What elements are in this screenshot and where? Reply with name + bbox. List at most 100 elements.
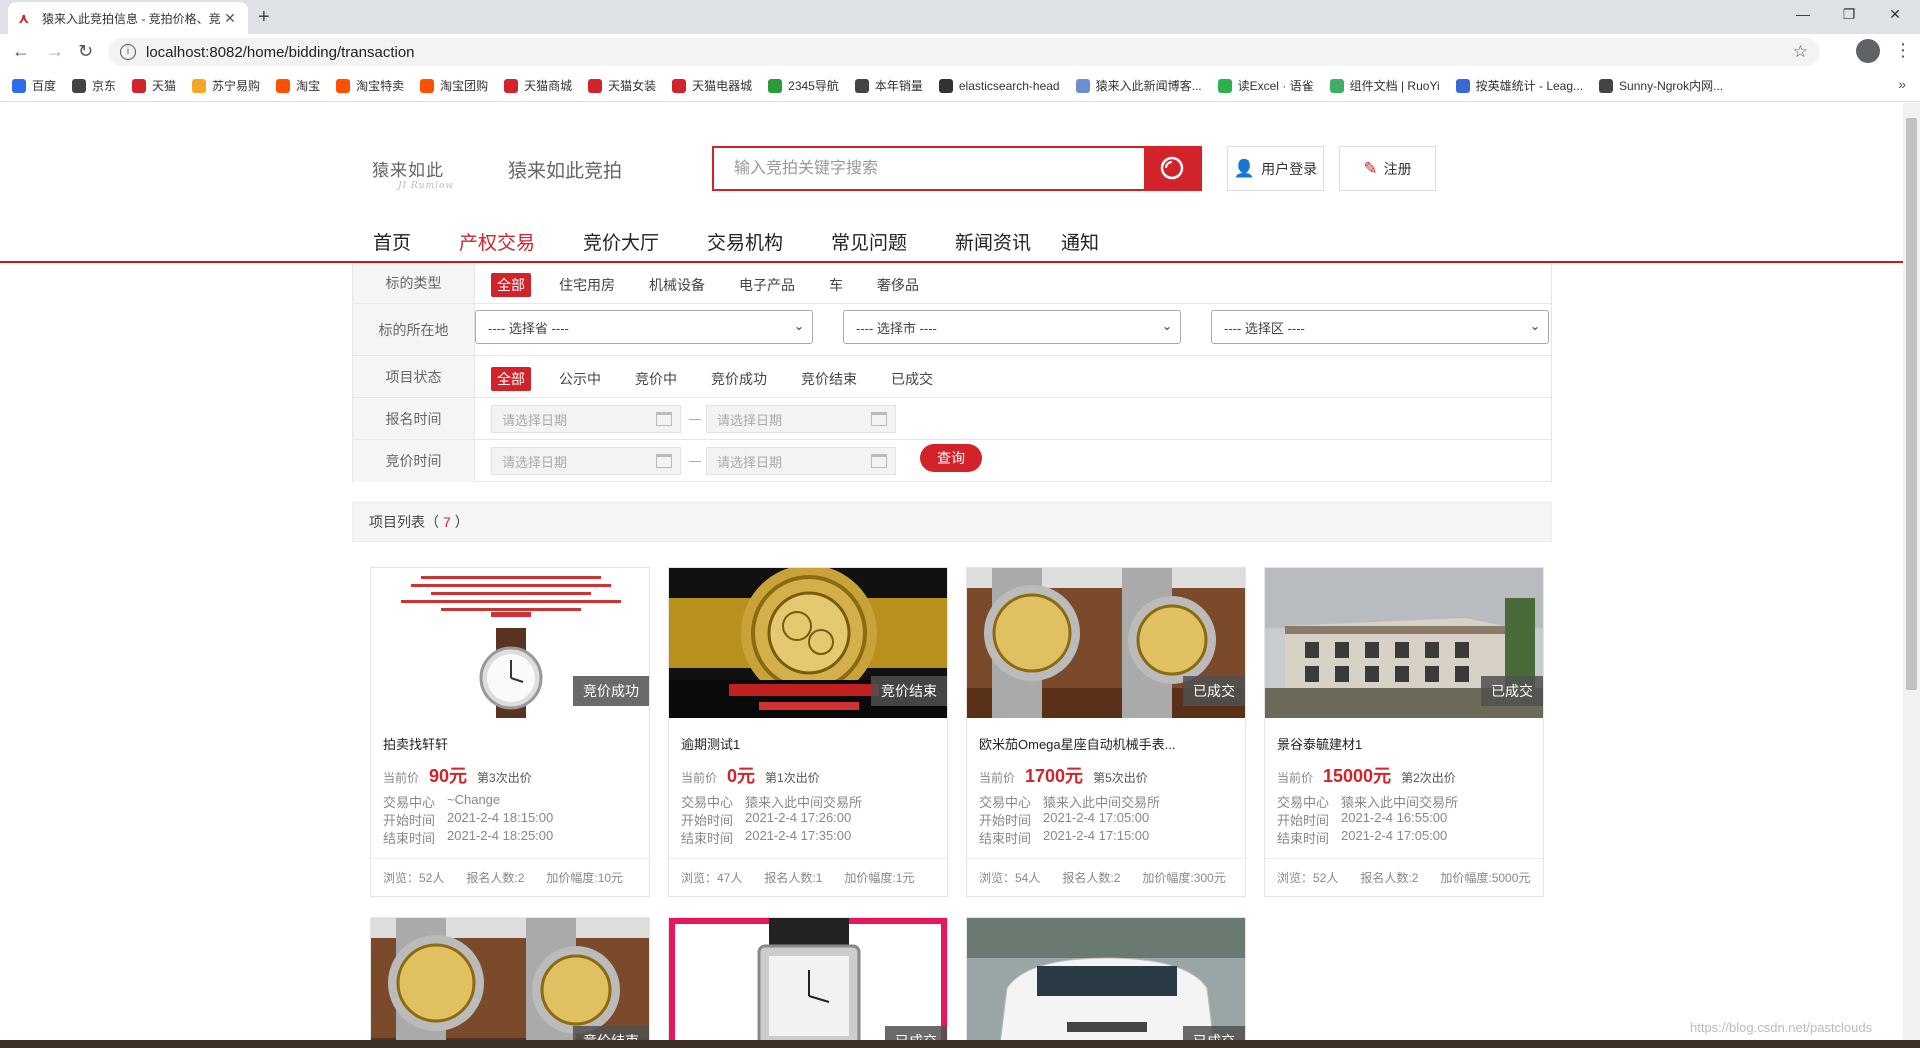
info-value: 2021-2-4 17:05:00: [1043, 810, 1150, 825]
reload-icon[interactable]: ↻: [78, 41, 93, 62]
nav-item-bidding-hall[interactable]: 竞价大厅: [583, 228, 659, 255]
auction-card[interactable]: 已成交: [668, 917, 948, 1048]
login-button[interactable]: 👤 用户登录: [1227, 146, 1324, 191]
bid-end-date[interactable]: 请选择日期: [706, 447, 896, 475]
nav-item-notice[interactable]: 通知: [1061, 228, 1099, 255]
bookmark-item[interactable]: 组件文档 | RuoYi: [1329, 77, 1440, 94]
end-row: 结束时间 2021-2-4 18:25:00: [383, 828, 553, 847]
type-option[interactable]: 全部: [491, 273, 531, 297]
new-tab-icon[interactable]: +: [258, 6, 270, 29]
bookmark-item[interactable]: 按英雄统计 - Leag...: [1455, 77, 1583, 94]
auction-title[interactable]: 欧米茄Omega星座自动机械手表...: [979, 734, 1229, 753]
views-count: 浏览：54人: [979, 871, 1041, 885]
status-option[interactable]: 竞价中: [629, 367, 683, 391]
menu-kebab-icon[interactable]: ⋮: [1894, 40, 1912, 61]
bookmark-item[interactable]: 淘宝团购: [420, 77, 488, 94]
bookmark-item[interactable]: 淘宝: [276, 77, 320, 94]
bid-increment: 加价幅度:5000元: [1440, 871, 1531, 885]
date-placeholder: 请选择日期: [502, 412, 568, 428]
status-option[interactable]: 公示中: [553, 367, 607, 391]
restore-icon[interactable]: ❐: [1826, 0, 1872, 30]
auction-card[interactable]: 已成交 景谷泰毓建材1 当前价 15000元 第2次出价 交易中心 猿来入此中间交易所 开始时…: [1264, 567, 1544, 897]
card-footer: 浏览：47人 报名人数:1 加价幅度:1元: [669, 858, 947, 896]
bid-increment: 加价幅度:10元: [546, 871, 624, 885]
bookmark-item[interactable]: 天猫女装: [588, 77, 656, 94]
type-option[interactable]: 电子产品: [733, 273, 801, 297]
info-key: 结束时间: [1277, 831, 1330, 846]
search-input[interactable]: [714, 148, 1146, 189]
current-price-label: 当前价: [979, 771, 1016, 785]
filter-label: 报名时间: [353, 398, 475, 439]
bookmark-item[interactable]: 苏宁易购: [192, 77, 260, 94]
profile-avatar-icon[interactable]: [1856, 39, 1880, 63]
auction-title[interactable]: 逾期测试1: [681, 734, 931, 753]
chevron-down-icon: ⌄: [793, 319, 804, 333]
bookmark-item[interactable]: 猿来入此新闻博客...: [1075, 77, 1202, 94]
info-key: 交易中心: [1277, 795, 1330, 810]
signup-start-date[interactable]: 请选择日期: [491, 405, 681, 433]
bookmark-label: elasticsearch-head: [958, 78, 1060, 93]
bookmark-item[interactable]: 天猫电器城: [672, 77, 752, 94]
bookmark-item[interactable]: 百度: [12, 77, 56, 94]
query-button[interactable]: 查询: [920, 444, 982, 472]
bid-start-date[interactable]: 请选择日期: [491, 447, 681, 475]
url-input[interactable]: i localhost:8082/home/bidding/transactio…: [108, 38, 1820, 66]
auction-card[interactable]: 竞价结束: [370, 917, 650, 1048]
chevron-down-icon: ⌄: [1529, 319, 1540, 333]
status-option[interactable]: 全部: [491, 367, 531, 391]
bookmarks-more-icon[interactable]: »: [1898, 76, 1906, 92]
district-select[interactable]: ---- 选择区 ---- ⌄: [1211, 310, 1549, 344]
type-option[interactable]: 奢侈品: [871, 273, 925, 297]
city-select[interactable]: ---- 选择市 ---- ⌄: [843, 310, 1181, 344]
register-button[interactable]: ✎ 注册: [1339, 146, 1436, 191]
forward-icon[interactable]: →: [46, 41, 64, 62]
current-price: 90元: [429, 766, 468, 786]
scrollbar-thumb[interactable]: [1906, 118, 1917, 690]
bookmark-item[interactable]: 2345导航: [768, 77, 839, 94]
bookmark-item[interactable]: 淘宝特卖: [336, 77, 404, 94]
minimize-icon[interactable]: —: [1780, 0, 1826, 30]
nav-item-news[interactable]: 新闻资讯: [955, 228, 1031, 255]
type-option[interactable]: 机械设备: [643, 273, 711, 297]
bookmark-item[interactable]: 读Excel · 语雀: [1217, 77, 1314, 94]
auction-title[interactable]: 拍卖找轩轩: [383, 734, 633, 753]
site-info-icon[interactable]: i: [120, 44, 136, 60]
close-window-icon[interactable]: ✕: [1872, 0, 1918, 30]
auction-title[interactable]: 景谷泰毓建材1: [1277, 734, 1527, 753]
signup-end-date[interactable]: 请选择日期: [706, 405, 896, 433]
bookmark-item[interactable]: 天猫商城: [504, 77, 572, 94]
bookmark-label: 苏宁易购: [212, 79, 261, 93]
auction-card[interactable]: 竞价结束 逾期测试1 当前价 0元 第1次出价 交易中心 猿来入此中间交易所 开始时间 2021…: [668, 567, 948, 897]
status-option[interactable]: 竞价结束: [795, 367, 863, 391]
search-button[interactable]: [1144, 148, 1200, 189]
close-tab-icon[interactable]: ✕: [222, 10, 238, 27]
bookmark-item[interactable]: 天猫: [132, 77, 176, 94]
type-option[interactable]: 住宅用房: [553, 273, 621, 297]
status-option[interactable]: 已成交: [885, 367, 939, 391]
auction-card[interactable]: 竞价成功 拍卖找轩轩 当前价 90元 第3次出价 交易中心 ~Change 开始时间 2021-…: [370, 567, 650, 897]
back-icon[interactable]: ←: [12, 41, 30, 62]
info-value: 猿来入此中间交易所: [745, 795, 863, 810]
type-option[interactable]: 车: [823, 273, 849, 297]
nav-item-property-trade[interactable]: 产权交易: [459, 228, 535, 255]
status-option[interactable]: 竞价成功: [705, 367, 773, 391]
bookmark-label: 本年销量: [874, 79, 923, 93]
bookmark-star-icon[interactable]: ☆: [1793, 42, 1808, 62]
bookmark-item[interactable]: Sunny-Ngrok内网...: [1599, 77, 1723, 94]
site-logo[interactable]: 猿来如此 JI Rumlow: [372, 156, 454, 191]
info-value: 2021-2-4 18:15:00: [447, 810, 554, 825]
bookmark-item[interactable]: 京东: [72, 77, 116, 94]
nav-item-home[interactable]: 首页: [373, 228, 411, 255]
nav-item-institutions[interactable]: 交易机构: [707, 228, 783, 255]
auction-card[interactable]: 已成交: [966, 917, 1246, 1048]
nav-item-faq[interactable]: 常见问题: [831, 228, 907, 255]
bookmark-item[interactable]: 本年销量: [854, 77, 923, 94]
browser-tab[interactable]: ⋏ 猿来入此竞拍信息 - 竞拍价格、竞 ✕: [8, 2, 248, 34]
bookmark-item[interactable]: elasticsearch-head: [938, 78, 1060, 93]
province-select[interactable]: ---- 选择省 ---- ⌄: [475, 310, 813, 344]
bid-increment: 加价幅度:1元: [844, 871, 915, 885]
price-row: 当前价 15000元 第2次出价: [1277, 762, 1456, 788]
info-value: 2021-2-4 17:35:00: [745, 828, 852, 843]
auction-card[interactable]: 已成交 欧米茄Omega星座自动机械手表... 当前价 1700元 第5次出价 交易中心猿…: [966, 567, 1246, 897]
filter-row-type: 标的类型 全部 住宅用房 机械设备 电子产品车奢侈品: [353, 263, 1551, 303]
